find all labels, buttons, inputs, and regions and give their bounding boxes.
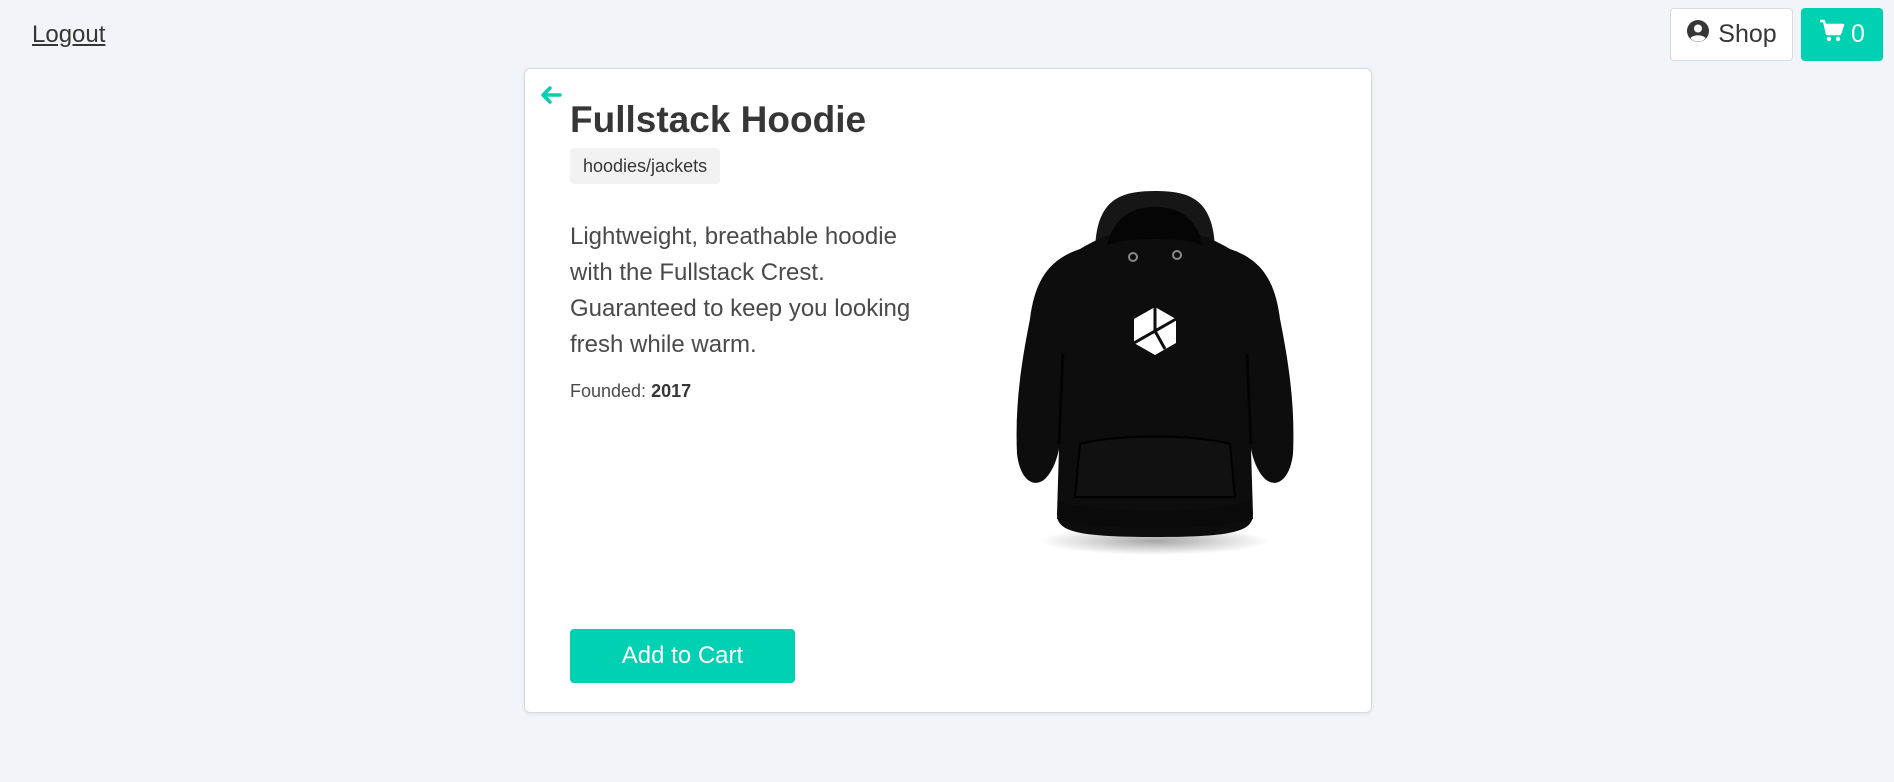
founded-year: 2017 [651,381,692,401]
cart-count: 0 [1851,20,1865,48]
logout-link[interactable]: Logout [32,21,105,49]
cart-button[interactable]: 0 [1801,8,1883,61]
add-to-cart-button[interactable]: Add to Cart [570,629,795,683]
user-circle-icon [1686,19,1710,50]
product-title: Fullstack Hoodie [570,99,867,140]
product-card: Fullstack Hoodie hoodies/jackets Lightwe… [524,68,1372,713]
arrow-left-icon[interactable] [539,83,563,107]
shopping-cart-icon [1819,19,1845,50]
top-navbar: Logout Shop 0 [0,0,1894,72]
founded-info: Founded: 2017 [570,381,691,402]
shop-button[interactable]: Shop [1670,8,1793,61]
product-image [985,179,1325,559]
category-tag: hoodies/jackets [570,148,721,184]
product-description: Lightweight, breathable hoodie with the … [570,223,911,358]
founded-label: Founded: [570,381,652,401]
shop-button-label: Shop [1718,20,1777,48]
